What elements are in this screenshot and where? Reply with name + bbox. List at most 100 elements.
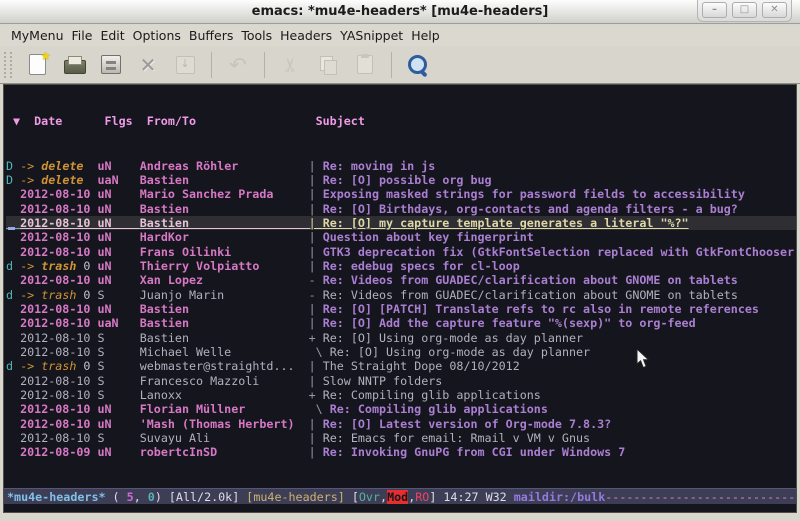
col-flags: S <box>97 388 139 402</box>
modeline-segment-plain: ( <box>106 490 127 504</box>
col-subject: Re: edebug specs for cl-loop <box>323 259 520 273</box>
buffer-area: ▼ Date Flgs From/To Subject D -> delete … <box>3 84 797 513</box>
col-flags: uN <box>97 417 139 431</box>
col-flags: uN <box>97 230 139 244</box>
col-from: Thierry Volpiatto <box>140 259 309 273</box>
message-row[interactable]: 2012-08-10 uN Bastien | Re: [O] my captu… <box>6 216 796 230</box>
menu-item-mymenu[interactable]: MyMenu <box>11 26 64 45</box>
col-thread: \ <box>309 402 330 416</box>
undo-icon <box>226 53 250 77</box>
message-row[interactable]: D -> delete uaN Bastien | Re: [O] possib… <box>6 173 796 187</box>
menu-item-yasnippet[interactable]: YASnippet <box>340 26 403 45</box>
message-row[interactable]: 2012-08-10 uN 'Mash (Thomas Herbert) | R… <box>6 417 796 431</box>
echo-area[interactable] <box>4 504 796 512</box>
modeline-segment-num1: 5 <box>127 490 134 504</box>
toolbar-separator <box>391 52 392 78</box>
col-subject: Exposing masked strings for password fie… <box>323 187 745 201</box>
col-mark <box>6 417 20 431</box>
menu-item-options[interactable]: Options <box>133 26 181 45</box>
col-mark <box>6 316 20 330</box>
message-row[interactable]: 2012-08-10 S Michael Welle \ Re: [O] Usi… <box>6 345 796 359</box>
col-subject: Question about key fingerprint <box>323 230 534 244</box>
close-button[interactable]: ✕ <box>762 2 787 18</box>
col-date: 2012-08-10 <box>20 245 97 259</box>
menu-item-tools[interactable]: Tools <box>241 26 272 45</box>
menu-item-file[interactable]: File <box>72 26 93 45</box>
col-subject: Re: [O] Add the capture feature "%(sexp)… <box>323 316 696 330</box>
message-row[interactable]: 2012-08-10 uN Florian Müllner \ Re: Comp… <box>6 402 796 416</box>
message-row[interactable]: 2012-08-10 uN HardKor | Question about k… <box>6 230 796 244</box>
message-row[interactable]: 2012-08-09 uN robertcInSD | Re: Invoking… <box>6 445 796 459</box>
col-mark <box>6 273 20 287</box>
column-header-line[interactable]: ▼ Date Flgs From/To Subject <box>6 114 796 128</box>
search-button[interactable] <box>404 51 432 79</box>
close-buffer-button[interactable] <box>134 51 162 79</box>
col-mark <box>6 345 20 359</box>
col-date: 2012-08-10 <box>20 388 97 402</box>
modeline-segment-ovr: Ovr <box>359 490 380 504</box>
menu-item-help[interactable]: Help <box>411 26 440 45</box>
col-mark <box>6 230 20 244</box>
message-row[interactable]: 2012-08-10 S Francesco Mazzoli | Slow NN… <box>6 374 796 388</box>
col-thread: | <box>309 259 323 273</box>
message-row[interactable]: 2012-08-10 uN Bastien | Re: [O] Birthday… <box>6 202 796 216</box>
menu-item-edit[interactable]: Edit <box>100 26 124 45</box>
minimize-button[interactable]: – <box>702 2 727 18</box>
toolbar-grip-handle[interactable] <box>4 52 12 78</box>
col-from: Xan Lopez <box>140 273 309 287</box>
message-row[interactable]: d -> trash 0 S webmaster@straightd... | … <box>6 359 796 373</box>
col-flags: S <box>97 345 139 359</box>
open-folder-button[interactable] <box>60 51 88 79</box>
col-mark: d <box>6 259 20 273</box>
maximize-button[interactable]: □ <box>732 2 757 18</box>
modeline-segment-buffer: *mu4e-headers* <box>7 490 106 504</box>
cut-button <box>277 51 305 79</box>
col-from: Florian Müllner <box>140 402 309 416</box>
message-row[interactable]: 2012-08-10 S Suvayu Ali | Re: Emacs for … <box>6 431 796 445</box>
col-mark <box>6 202 20 216</box>
col-date: 2012-08-10 <box>20 431 97 445</box>
col-thread: | <box>309 302 323 316</box>
message-row[interactable]: 2012-08-10 S Lanoxx + Re: Compiling glib… <box>6 388 796 402</box>
save-button[interactable] <box>97 51 125 79</box>
message-row[interactable]: 2012-08-10 uN Bastien | Re: [O] [PATCH] … <box>6 302 796 316</box>
col-subject: Re: Videos from GUADEC/clarification abo… <box>323 288 738 302</box>
col-action: trash <box>41 359 76 373</box>
menu-item-headers[interactable]: Headers <box>280 26 332 45</box>
col-date: 2012-08-10 <box>20 230 97 244</box>
col-from: Michael Welle <box>140 345 309 359</box>
title-bar[interactable]: emacs: *mu4e-headers* [mu4e-headers] –□ ✕ <box>0 0 800 24</box>
col-action: delete <box>41 159 83 173</box>
message-row[interactable]: D -> delete uN Andreas Röhler | Re: movi… <box>6 159 796 173</box>
modeline-segment-mode: [mu4e-headers] <box>246 490 345 504</box>
message-row[interactable]: 2012-08-10 uN Frans Oilinki | GTK3 depre… <box>6 245 796 259</box>
col-subject: Re: Compiling glib applications <box>323 388 541 402</box>
message-row[interactable]: 2012-08-10 uN Mario Sanchez Prada | Expo… <box>6 187 796 201</box>
new-file-button[interactable] <box>23 51 51 79</box>
col-subject: Re: Emacs for email: Rmail v VM v Gnus <box>323 431 590 445</box>
headers-buffer: ▼ Date Flgs From/To Subject D -> delete … <box>4 85 796 486</box>
mode-line[interactable]: *mu4e-headers* ( 5, 0) [All/2.0k] [mu4e-… <box>4 488 796 504</box>
modeline-segment-plain: ] 14:27 W32 <box>429 490 513 504</box>
col-flags: S <box>97 374 139 388</box>
menu-item-buffers[interactable]: Buffers <box>189 26 233 45</box>
col-thread: - <box>309 288 323 302</box>
col-mark <box>6 445 20 459</box>
col-from: Bastien <box>140 202 309 216</box>
col-subject: Re: [O] Using org-mode as day planner <box>323 331 583 345</box>
col-flags: uN <box>97 202 139 216</box>
col-from: Bastien <box>140 216 309 230</box>
message-row[interactable]: 2012-08-10 S Bastien + Re: [O] Using org… <box>6 331 796 345</box>
cut-icon <box>279 53 303 77</box>
col-thread: | <box>309 374 323 388</box>
window-title: emacs: *mu4e-headers* [mu4e-headers] <box>252 4 549 19</box>
col-mark <box>6 374 20 388</box>
col-from: Lanoxx <box>140 388 309 402</box>
message-row[interactable]: d -> trash 0 S Juanjo Marin - Re: Videos… <box>6 288 796 302</box>
message-row[interactable]: d -> trash 0 uN Thierry Volpiatto | Re: … <box>6 259 796 273</box>
col-thread: + <box>309 388 323 402</box>
message-row[interactable]: 2012-08-10 uaN Bastien | Re: [O] Add the… <box>6 316 796 330</box>
col-from: Suvayu Ali <box>140 431 309 445</box>
col-thread: | <box>309 216 323 230</box>
message-row[interactable]: 2012-08-10 uN Xan Lopez - Re: Videos fro… <box>6 273 796 287</box>
